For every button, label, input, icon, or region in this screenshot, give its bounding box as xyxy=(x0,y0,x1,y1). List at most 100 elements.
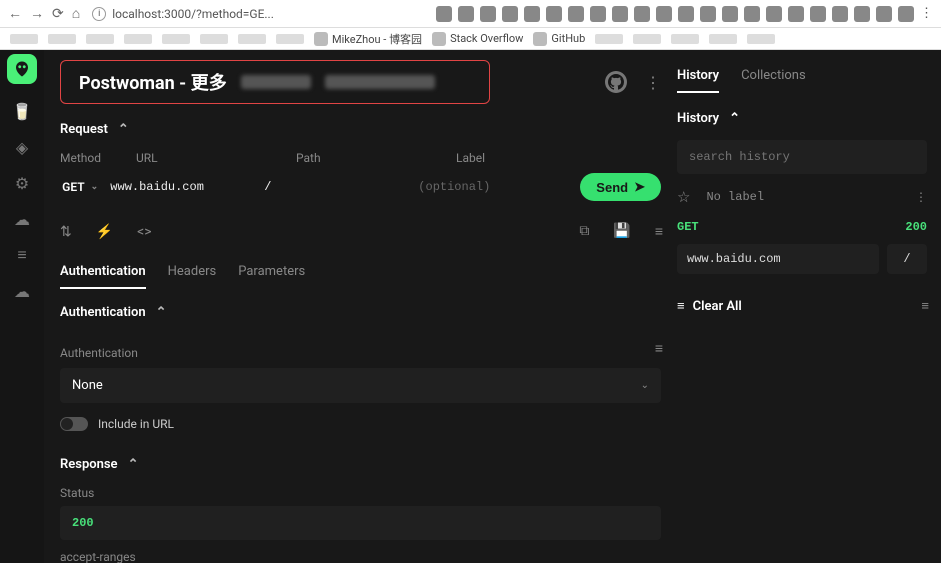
ext-icon[interactable] xyxy=(502,6,518,22)
sort-icon[interactable]: ≡ xyxy=(921,298,927,314)
forward-icon[interactable]: → xyxy=(30,5,44,22)
chevron-up-icon: ⌃ xyxy=(729,111,740,126)
bookmark-blur[interactable] xyxy=(124,34,152,44)
bookmark-blur[interactable] xyxy=(747,34,775,44)
method-select[interactable]: GET ⌄ xyxy=(60,171,100,203)
notes-icon[interactable]: ≡ xyxy=(655,340,661,357)
include-toggle[interactable] xyxy=(60,417,88,431)
bookmark-blur[interactable] xyxy=(200,34,228,44)
tab-parameters[interactable]: Parameters xyxy=(238,264,305,289)
ext-icon[interactable] xyxy=(436,6,452,22)
cloud-up-icon[interactable]: ☁ xyxy=(13,210,31,228)
gear-icon[interactable]: ⚙ xyxy=(13,174,31,192)
bookmark-blur[interactable] xyxy=(633,34,661,44)
bookmark-blur[interactable] xyxy=(276,34,304,44)
clear-icon[interactable]: ≡ xyxy=(677,298,683,314)
ext-icon[interactable] xyxy=(744,6,760,22)
ext-icon[interactable] xyxy=(722,6,738,22)
authentication-section-head[interactable]: Authentication ⌃ xyxy=(60,305,661,320)
ext-icon[interactable] xyxy=(788,6,804,22)
include-row: Include in URL xyxy=(60,417,661,431)
history-url[interactable]: www.baidu.com xyxy=(677,244,879,274)
bookmark-blur[interactable] xyxy=(10,34,38,44)
url-input[interactable] xyxy=(110,180,254,194)
save-icon[interactable]: 💾 xyxy=(613,223,630,240)
history-path[interactable]: / xyxy=(887,244,927,274)
reload-icon[interactable]: ⟳ xyxy=(52,6,64,22)
send-button[interactable]: Send ➤ xyxy=(580,173,661,201)
sort-icon[interactable]: ⇅ xyxy=(60,224,72,240)
auth-tabs: Authentication Headers Parameters xyxy=(60,264,661,289)
bookmark-blur[interactable] xyxy=(238,34,266,44)
more-icon[interactable]: ⋮ xyxy=(915,190,927,204)
tab-headers[interactable]: Headers xyxy=(168,264,217,289)
ext-icon[interactable] xyxy=(898,6,914,22)
tab-authentication[interactable]: Authentication xyxy=(60,264,146,289)
bookmark-blur[interactable] xyxy=(48,34,76,44)
chrome-menu-icon[interactable]: ⋮ xyxy=(920,6,933,22)
bookmark-label: Stack Overflow xyxy=(450,32,523,45)
bookmark-item[interactable]: Stack Overflow xyxy=(432,32,523,46)
notes-icon[interactable]: ≡ xyxy=(655,223,661,240)
copy-icon[interactable]: ⧉ xyxy=(579,223,589,240)
chevron-up-icon: ⌃ xyxy=(128,457,139,472)
history-code: 200 xyxy=(905,220,927,234)
star-icon[interactable]: ☆ xyxy=(677,188,690,206)
request-inputs: GET ⌄ Send ➤ xyxy=(60,171,661,203)
history-head[interactable]: History ⌃ xyxy=(677,111,927,126)
request-section-head[interactable]: Request ⌃ xyxy=(60,122,661,137)
code-icon[interactable]: <> xyxy=(137,224,151,240)
list-icon[interactable]: ≡ xyxy=(13,246,31,264)
bookmark-blur[interactable] xyxy=(162,34,190,44)
chevron-up-icon: ⌃ xyxy=(156,305,167,320)
site-info-icon[interactable]: i xyxy=(92,7,106,21)
layers-icon[interactable]: ◈ xyxy=(13,138,31,156)
bookmark-item[interactable]: MikeZhou - 博客园 xyxy=(314,31,422,47)
ext-icon[interactable] xyxy=(854,6,870,22)
ext-icon[interactable] xyxy=(810,6,826,22)
tab-history[interactable]: History xyxy=(677,68,719,93)
response-section-head[interactable]: Response ⌃ xyxy=(60,457,661,472)
bookmark-item[interactable]: GitHub xyxy=(533,32,585,46)
bookmark-blur[interactable] xyxy=(595,34,623,44)
url-text: localhost:3000/?method=GE... xyxy=(112,7,274,21)
ext-icon[interactable] xyxy=(590,6,606,22)
glass-icon[interactable]: 🥛 xyxy=(13,102,31,120)
request-labels: Method URL Path Label xyxy=(60,151,661,165)
bookmark-blur[interactable] xyxy=(86,34,114,44)
github-icon[interactable] xyxy=(605,71,627,93)
app-title: Postwoman - 更多 xyxy=(79,69,227,95)
ext-icon[interactable] xyxy=(678,6,694,22)
ext-icon[interactable] xyxy=(876,6,892,22)
ext-icon[interactable] xyxy=(656,6,672,22)
ext-icon[interactable] xyxy=(458,6,474,22)
path-input[interactable] xyxy=(264,180,408,194)
main: Postwoman - 更多 ⋮ Request ⌃ Method URL Pa… xyxy=(44,50,677,563)
ext-icon[interactable] xyxy=(832,6,848,22)
auth-select[interactable]: None ⌄ xyxy=(60,368,661,403)
path-label: Path xyxy=(296,151,440,165)
address-bar[interactable]: i localhost:3000/?method=GE... xyxy=(92,7,274,21)
ext-icon[interactable] xyxy=(568,6,584,22)
search-history-input[interactable] xyxy=(677,140,927,174)
ext-icon[interactable] xyxy=(524,6,540,22)
header: Postwoman - 更多 ⋮ xyxy=(60,60,661,104)
cloud-down-icon[interactable]: ☁ xyxy=(13,282,31,300)
ext-icon[interactable] xyxy=(634,6,650,22)
ext-icon[interactable] xyxy=(480,6,496,22)
method-value: GET xyxy=(62,180,84,194)
bookmark-blur[interactable] xyxy=(709,34,737,44)
bookmark-blur[interactable] xyxy=(671,34,699,44)
ext-icon[interactable] xyxy=(700,6,716,22)
label-input[interactable] xyxy=(418,180,570,194)
ext-icon[interactable] xyxy=(546,6,562,22)
back-icon[interactable]: ← xyxy=(8,5,22,22)
more-icon[interactable]: ⋮ xyxy=(645,73,661,92)
bolt-icon[interactable]: ⚡ xyxy=(96,224,113,240)
ext-icon[interactable] xyxy=(766,6,782,22)
tab-collections[interactable]: Collections xyxy=(741,68,806,93)
clear-all-button[interactable]: Clear All xyxy=(693,299,742,314)
home-icon[interactable]: ⌂ xyxy=(72,5,80,22)
ext-icon[interactable] xyxy=(612,6,628,22)
app-logo[interactable] xyxy=(7,54,37,84)
